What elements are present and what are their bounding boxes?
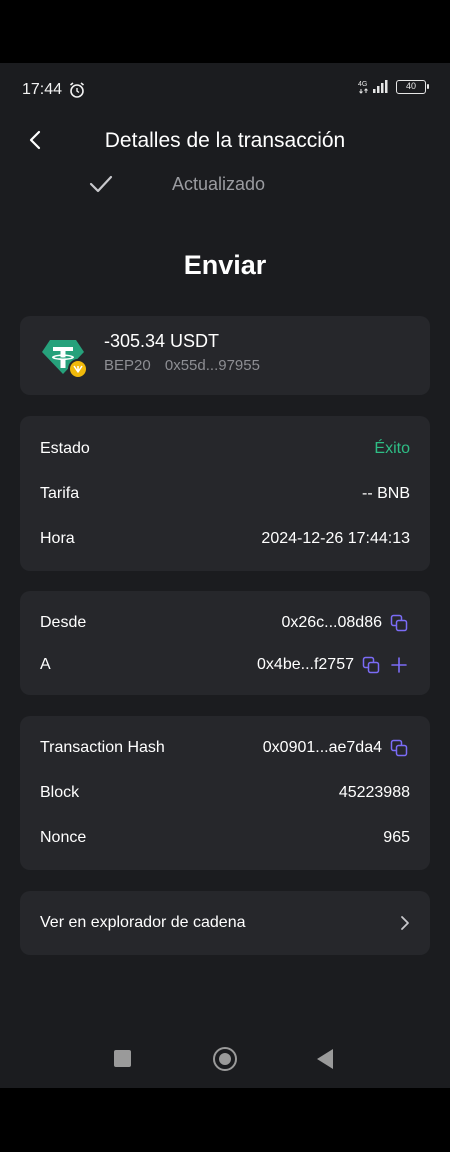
system-nav-bar [0, 1028, 450, 1088]
copy-icon [390, 739, 408, 757]
time-row: Hora 2024-12-26 17:44:13 [40, 526, 410, 552]
block-row: Block 45223988 [40, 780, 410, 806]
to-address: 0x4be...f2757 [257, 654, 410, 676]
fee-row: Tarifa -- BNB [40, 481, 410, 507]
time-value: 2024-12-26 17:44:13 [261, 530, 410, 547]
check-icon [89, 175, 113, 193]
details-card: Estado Éxito Tarifa -- BNB Hora 2024-12-… [20, 416, 430, 571]
usdt-token-icon [42, 340, 86, 379]
plus-icon [391, 657, 407, 673]
copy-icon [390, 614, 408, 632]
status-time: 17:44 [22, 81, 63, 98]
copy-from-button[interactable] [388, 612, 410, 634]
to-address-value: 0x4be...f2757 [257, 656, 354, 673]
signal-icon: 4G [358, 80, 388, 94]
copy-icon [362, 656, 380, 674]
block-label: Block [40, 784, 80, 801]
from-address-value: 0x26c...08d86 [281, 614, 382, 631]
explorer-row: Ver en explorador de cadena [40, 910, 410, 936]
hash-value: 0x0901...ae7da4 [262, 739, 382, 756]
recent-apps-button[interactable] [114, 1050, 131, 1067]
hash-row: Transaction Hash 0x0901...ae7da4 [40, 735, 410, 761]
hash-value-group: 0x0901...ae7da4 [263, 737, 410, 759]
nonce-row: Nonce 965 [40, 825, 410, 851]
transaction-type: Enviar [183, 250, 267, 280]
token-details: BEP20 0x55d...97955 [104, 357, 270, 374]
status-row: Estado Éxito [40, 436, 410, 462]
update-status-label: Actualizado [172, 174, 266, 194]
to-row: A 0x4be...f2757 [40, 652, 410, 678]
status-label: Estado [40, 440, 90, 457]
nonce-value: 965 [383, 829, 410, 846]
token-card: -305.34 USDT BEP20 0x55d...97955 [20, 316, 430, 395]
copy-to-button[interactable] [360, 654, 382, 676]
token-contract: 0x55d...97955 [164, 357, 260, 374]
token-network: BEP20 [104, 357, 151, 374]
battery-icon: 40 [396, 80, 429, 94]
block-value: 45223988 [338, 784, 410, 801]
copy-hash-button[interactable] [388, 737, 410, 759]
to-label: A [40, 656, 51, 673]
fee-value: -- BNB [362, 485, 410, 502]
from-label: Desde [40, 614, 87, 631]
fee-label: Tarifa [40, 485, 80, 502]
app-screen: 17:44 4G 40 Detalles de la transacción A… [0, 63, 450, 1088]
chain-info-card: Transaction Hash 0x0901...ae7da4 Block 4… [20, 716, 430, 870]
status-value: Éxito [374, 440, 410, 457]
status-icons: 4G 40 [358, 79, 429, 95]
home-button[interactable] [213, 1047, 237, 1071]
add-contact-button[interactable] [388, 654, 410, 676]
alarm-icon [70, 82, 84, 98]
hash-label: Transaction Hash [40, 739, 165, 756]
status-bar: 17:44 4G 40 [0, 63, 450, 117]
page-title: Detalles de la transacción [104, 129, 346, 152]
system-back-button[interactable] [317, 1049, 333, 1069]
nonce-label: Nonce [40, 829, 87, 846]
header: Detalles de la transacción [0, 117, 450, 163]
explorer-link[interactable]: Ver en explorador de cadena [20, 891, 430, 955]
time-label: Hora [40, 530, 75, 547]
from-address: 0x26c...08d86 [281, 612, 410, 634]
explorer-label: Ver en explorador de cadena [40, 914, 246, 931]
chevron-right-icon [401, 916, 409, 930]
from-row: Desde 0x26c...08d86 [40, 610, 410, 636]
update-status: Actualizado [0, 165, 450, 201]
token-amount: -305.34 USDT [104, 331, 220, 351]
network-type: 4G [358, 81, 367, 88]
address-card: Desde 0x26c...08d86 A 0x4be...f2757 [20, 591, 430, 695]
